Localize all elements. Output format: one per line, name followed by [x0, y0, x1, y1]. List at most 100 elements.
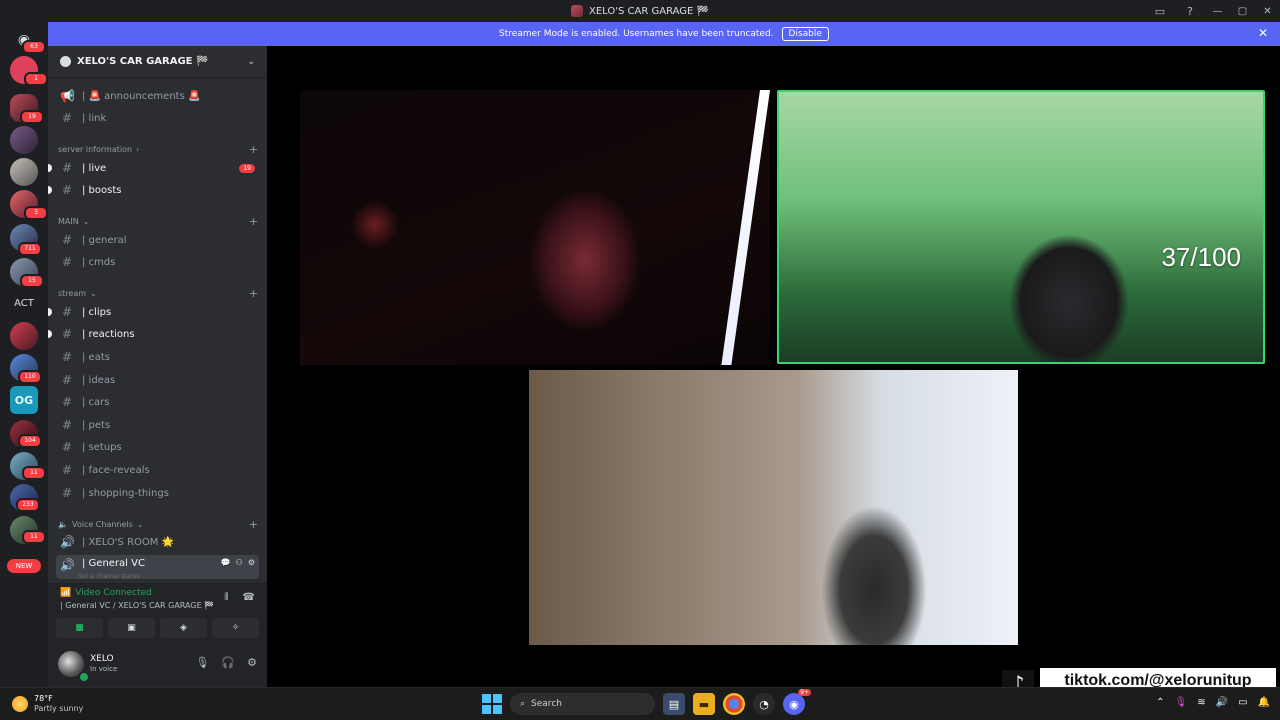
video-tile-participant-3[interactable]	[529, 370, 1018, 645]
new-servers-badge[interactable]: NEW	[7, 559, 41, 573]
weather-widget[interactable]: 78°F Partly sunny	[12, 694, 83, 714]
notification-bell-icon[interactable]: 🔔	[1258, 697, 1270, 708]
category-server-information[interactable]: server information › +	[58, 142, 258, 156]
channel-label: | clips	[82, 306, 112, 318]
add-channel-icon[interactable]: +	[249, 518, 258, 531]
invite-member-icon[interactable]: ⚇	[236, 558, 243, 567]
channel-label: | shopping-things	[82, 487, 169, 499]
channel-cars[interactable]: # | cars	[56, 392, 259, 412]
headphones-icon[interactable]: 🎧	[221, 656, 235, 669]
channel-face-reveals[interactable]: # | face-reveals	[56, 460, 259, 480]
activities-button[interactable]: ◈	[160, 618, 207, 638]
voice-status[interactable]: 📶 Video Connected	[60, 588, 152, 598]
settings-gear-icon[interactable]: ⚙	[248, 558, 255, 567]
channel-live[interactable]: # | live 19	[48, 158, 259, 178]
channel-label: | General VC	[82, 558, 145, 569]
channel-status-hint[interactable]: Set a channel status	[78, 573, 139, 580]
discord-notification-badge: 9+	[798, 689, 811, 696]
channel-boosts[interactable]: # | boosts	[48, 180, 259, 200]
chevron-right-icon: ›	[136, 144, 140, 154]
channel-general[interactable]: # | general	[56, 230, 259, 250]
rail-badge: 711	[18, 242, 42, 256]
channel-shopping-things[interactable]: # | shopping-things	[56, 483, 259, 503]
microphone-icon[interactable]: 🎙	[1175, 697, 1188, 708]
channel-link[interactable]: # | link	[56, 108, 259, 128]
light-streak	[719, 90, 770, 365]
search-icon: ⌕	[520, 699, 526, 709]
video-tile-participant-1[interactable]	[300, 90, 770, 365]
channel-ideas[interactable]: # | ideas	[56, 370, 259, 390]
channel-reactions[interactable]: # | reactions	[48, 324, 259, 344]
server-icon[interactable]	[10, 126, 38, 154]
hash-icon: #	[61, 440, 73, 454]
add-channel-icon[interactable]: +	[249, 215, 258, 228]
chrome-icon[interactable]	[723, 693, 745, 715]
server-icon[interactable]	[10, 322, 38, 350]
server-icon[interactable]	[10, 158, 38, 186]
channel-setups[interactable]: # | setups	[56, 437, 259, 457]
weather-condition: Partly sunny	[34, 704, 84, 713]
chevron-down-icon: ⌄	[82, 216, 90, 226]
chevron-down-icon[interactable]: ⌄	[247, 57, 255, 67]
chevron-down-icon: ⌄	[90, 288, 97, 298]
voice-channel-xelos-room[interactable]: 🔊 | XELO'S ROOM 🌟	[56, 532, 259, 552]
server-header[interactable]: XELO'S CAR GARAGE 🏁 ⌄	[48, 46, 267, 78]
taskbar-search[interactable]: ⌕ Search	[510, 693, 655, 715]
category-main[interactable]: MAIN ⌄ +	[58, 214, 258, 228]
title-bar: XELO'S CAR GARAGE 🏁 ▭ ? — ▢ ✕	[0, 0, 1280, 22]
help-icon[interactable]: ?	[1175, 0, 1205, 22]
channel-eats[interactable]: # | eats	[56, 347, 259, 367]
unread-indicator	[48, 164, 52, 172]
close-banner-icon[interactable]: ✕	[1258, 26, 1268, 40]
disconnect-icon[interactable]: ☎	[243, 592, 255, 603]
file-explorer-icon[interactable]: ▬	[693, 693, 715, 715]
noise-suppression-icon[interactable]: ⦀	[224, 592, 228, 603]
photo-app-icon[interactable]: ▤	[663, 693, 685, 715]
rail-badge: 104	[18, 434, 42, 448]
channel-cmds[interactable]: # | cmds	[56, 252, 259, 272]
act-server-label[interactable]: ACT	[0, 298, 48, 309]
rail-badge: 19	[20, 110, 44, 124]
window-title-text: XELO'S CAR GARAGE 🏁	[589, 5, 709, 17]
wifi-icon[interactable]: ≋	[1197, 697, 1205, 708]
chat-bubble-icon[interactable]: 💬	[221, 558, 231, 567]
windows-start-icon[interactable]	[482, 694, 502, 714]
maximize-button[interactable]: ▢	[1230, 0, 1255, 22]
hash-icon: #	[61, 486, 73, 500]
app-icon[interactable]: ◔	[753, 693, 775, 715]
title-bar-controls: ▭ ? — ▢ ✕	[1145, 0, 1280, 22]
user-status: In voice	[90, 665, 118, 673]
volume-icon[interactable]: 🔊	[1216, 697, 1228, 708]
voice-action-buttons: ■ ▣ ◈ ✧	[56, 618, 259, 638]
close-window-button[interactable]: ✕	[1255, 0, 1280, 22]
add-channel-icon[interactable]: +	[249, 287, 258, 300]
channel-announcements[interactable]: 📢 | 🚨 announcements 🚨	[56, 86, 259, 106]
user-controls: 🎙 🎧 ⚙	[195, 656, 257, 669]
chevron-up-icon[interactable]: ⌃	[1156, 697, 1164, 708]
channel-label: | pets	[82, 419, 111, 431]
soundboard-button[interactable]: ✧	[212, 618, 259, 638]
channel-pets[interactable]: # | pets	[56, 415, 259, 435]
minimize-button[interactable]: —	[1205, 0, 1230, 22]
inbox-icon[interactable]: ▭	[1145, 0, 1175, 22]
category-voice-channels[interactable]: 🔈 Voice Channels ⌄ +	[58, 517, 258, 531]
channel-label: | setups	[82, 441, 122, 453]
battery-icon[interactable]: ▭	[1238, 697, 1247, 708]
add-channel-icon[interactable]: +	[249, 143, 258, 156]
screen-share-button[interactable]: ▣	[108, 618, 155, 638]
camera-button[interactable]: ■	[56, 618, 103, 638]
disable-streamer-mode-button[interactable]: Disable	[781, 27, 829, 41]
video-tile-participant-2-speaking[interactable]: 37/100	[777, 90, 1265, 364]
category-label: stream	[58, 288, 87, 298]
username[interactable]: XELO	[90, 654, 114, 664]
og-server-icon[interactable]: OG	[10, 386, 38, 414]
channel-clips[interactable]: # | clips	[48, 302, 259, 322]
category-stream[interactable]: stream ⌄ +	[58, 286, 258, 300]
discord-icon[interactable]: ◉ 9+	[783, 689, 811, 715]
settings-gear-icon[interactable]: ⚙	[247, 656, 257, 669]
hash-icon: #	[61, 418, 73, 432]
microphone-icon[interactable]: 🎙	[195, 656, 209, 669]
weather-text: 78°F Partly sunny	[34, 694, 83, 714]
channel-label: | general	[82, 234, 127, 246]
voice-location[interactable]: | General VC / XELO'S CAR GARAGE 🏁	[60, 601, 214, 610]
